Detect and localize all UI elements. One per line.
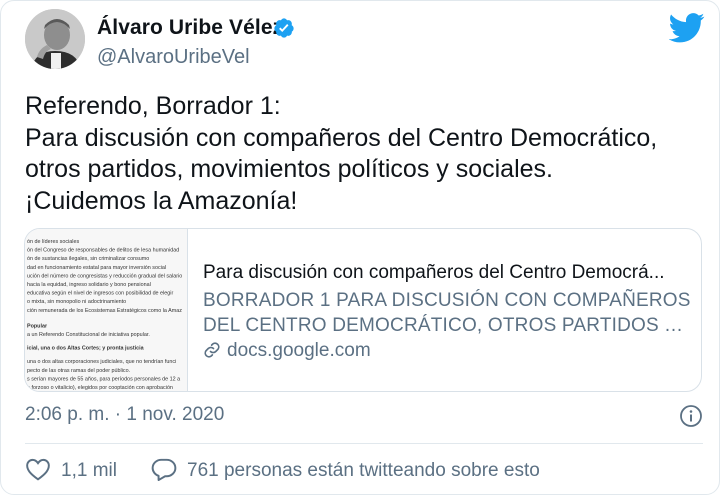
conversation-count: 761 personas están twitteando sobre esto	[187, 460, 540, 481]
link-description-line: BORRADOR 1 PARA DISCUSIÓN CON COMPAÑEROS	[203, 290, 691, 311]
thumbnail-text-line: ón del Congreso de responsables de delit…	[27, 248, 179, 254]
thumbnail-text-line: ción remunerada de los Ecosistemas Estra…	[27, 308, 182, 314]
link-description: BORRADOR 1 PARA DISCUSIÓN CON COMPAÑEROS…	[203, 288, 695, 338]
heart-icon	[26, 458, 50, 481]
thumbnail-text-line: ón de sustancias ilegales, sin criminali…	[27, 256, 149, 262]
tweet-text: Referendo, Borrador 1: Para discusión co…	[25, 92, 658, 215]
link-title: Para discusión con compañeros del Centro…	[203, 262, 665, 283]
twitter-bird-icon[interactable]	[669, 13, 705, 43]
document-thumbnail: ón de líderes sociales ón del Congreso de…	[25, 229, 188, 391]
like-button[interactable]: 1,1 mil	[25, 457, 117, 482]
thumbnail-text-line: pecto de las otras ramas del poder públi…	[27, 368, 130, 374]
info-icon[interactable]	[679, 404, 703, 428]
speech-bubble-icon	[151, 458, 177, 482]
thumbnail-text-line: educativa según el nivel de ingresos con…	[27, 291, 173, 297]
thumbnail-text-line: Popular	[27, 323, 48, 329]
avatar[interactable]	[25, 9, 85, 69]
like-count: 1,1 mil	[61, 460, 117, 481]
thumbnail-text-line: dad en funcionamiento estatal para mayor…	[27, 265, 166, 271]
verified-badge-icon	[274, 18, 294, 38]
author-name[interactable]: Álvaro Uribe Vélez	[97, 16, 283, 40]
thumbnail-text-line: una o dos altas corporaciones judiciales…	[27, 359, 176, 365]
tweet-timestamp[interactable]: 2:06 p. m. · 1 nov. 2020	[25, 404, 224, 426]
thumbnail-text-line: o mixta, sin monopolio ni adoctrinamient…	[27, 299, 126, 305]
link-domain-text: docs.google.com	[227, 340, 371, 361]
author-handle[interactable]: @AlvaroUribeVel	[97, 46, 250, 69]
link-description-line: DEL CENTRO DEMOCRÁTICO, OTROS PARTIDOS Y…	[203, 315, 695, 336]
link-domain: docs.google.com	[203, 340, 371, 362]
thumbnail-text-line: ón de líderes sociales	[27, 239, 79, 245]
conversation-link[interactable]: 761 personas están twitteando sobre esto	[151, 457, 540, 482]
thumbnail-text-line: icial, una o dos Altas Cortes; y pronta …	[27, 346, 145, 352]
link-icon	[204, 342, 220, 358]
thumbnail-text-line: s serían mayores de 55 años, para períod…	[27, 376, 180, 382]
tweet-card: Álvaro Uribe Vélez @AlvaroUribeVel Refer…	[0, 0, 720, 495]
thumbnail-text-line: ución del número de congresistas y reduc…	[27, 273, 182, 279]
thumbnail-text-line: o forzoso o vitalicio), elegidos por coo…	[27, 385, 173, 391]
link-preview-card[interactable]: ón de líderes sociales ón del Congreso de…	[24, 228, 702, 392]
divider	[25, 443, 703, 444]
thumbnail-text-line: hacia la equidad, ingreso solidario y bo…	[27, 282, 151, 288]
thumbnail-text-line: a un Referendo Constitucional de iniciat…	[27, 332, 150, 338]
